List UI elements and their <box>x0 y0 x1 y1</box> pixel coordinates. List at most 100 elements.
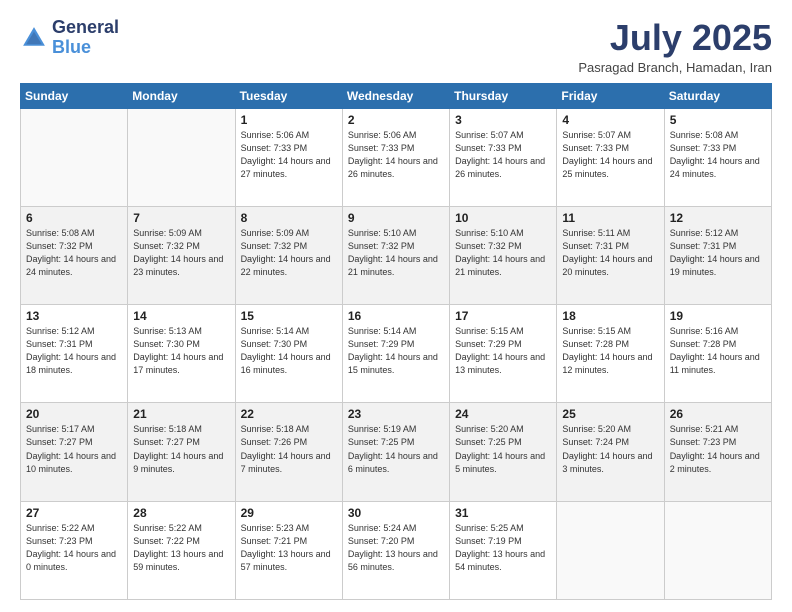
day-number: 1 <box>241 113 337 127</box>
table-row: 22 Sunrise: 5:18 AM Sunset: 7:26 PM Dayli… <box>235 403 342 501</box>
table-row: 29 Sunrise: 5:23 AM Sunset: 7:21 PM Dayli… <box>235 501 342 599</box>
day-number: 13 <box>26 309 122 323</box>
day-info: Sunrise: 5:12 AM Sunset: 7:31 PM Dayligh… <box>26 325 122 377</box>
table-row: 12Sunrise: 5:12 AM Sunset: 7:31 PM Dayli… <box>664 206 771 304</box>
calendar-week-row: 20Sunrise: 5:17 AM Sunset: 7:27 PM Dayli… <box>21 403 772 501</box>
day-info: Sunrise: 5:11 AM Sunset: 7:31 PM Dayligh… <box>562 227 658 279</box>
day-number: 24 <box>455 407 551 421</box>
day-info: Sunrise: 5:18 AM Sunset: 7:26 PM Dayligh… <box>241 423 337 475</box>
day-info: Sunrise: 5:25 AM Sunset: 7:19 PM Dayligh… <box>455 522 551 574</box>
col-tuesday: Tuesday <box>235 83 342 108</box>
table-row: 19 Sunrise: 5:16 AM Sunset: 7:28 PM Dayli… <box>664 305 771 403</box>
table-row: 16 Sunrise: 5:14 AM Sunset: 7:29 PM Dayli… <box>342 305 449 403</box>
day-info: Sunrise: 5:12 AM Sunset: 7:31 PM Dayligh… <box>670 227 766 279</box>
calendar-table: Sunday Monday Tuesday Wednesday Thursday… <box>20 83 772 600</box>
day-number: 15 <box>241 309 337 323</box>
day-info: Sunrise: 5:06 AM Sunset: 7:33 PM Dayligh… <box>241 129 337 181</box>
calendar-header-row: Sunday Monday Tuesday Wednesday Thursday… <box>21 83 772 108</box>
day-info: Sunrise: 5:19 AM Sunset: 7:25 PM Dayligh… <box>348 423 444 475</box>
table-row: 11 Sunrise: 5:11 AM Sunset: 7:31 PM Dayli… <box>557 206 664 304</box>
day-number: 5 <box>670 113 766 127</box>
day-info: Sunrise: 5:23 AM Sunset: 7:21 PM Dayligh… <box>241 522 337 574</box>
day-info: Sunrise: 5:09 AM Sunset: 7:32 PM Dayligh… <box>133 227 229 279</box>
day-info: Sunrise: 5:20 AM Sunset: 7:25 PM Dayligh… <box>455 423 551 475</box>
table-row: 21 Sunrise: 5:18 AM Sunset: 7:27 PM Dayli… <box>128 403 235 501</box>
table-row: 10Sunrise: 5:10 AM Sunset: 7:32 PM Dayli… <box>450 206 557 304</box>
day-info: Sunrise: 5:15 AM Sunset: 7:29 PM Dayligh… <box>455 325 551 377</box>
day-number: 30 <box>348 506 444 520</box>
col-thursday: Thursday <box>450 83 557 108</box>
logo-icon <box>20 24 48 52</box>
day-info: Sunrise: 5:18 AM Sunset: 7:27 PM Dayligh… <box>133 423 229 475</box>
table-row: 4 Sunrise: 5:07 AM Sunset: 7:33 PM Daylig… <box>557 108 664 206</box>
day-info: Sunrise: 5:22 AM Sunset: 7:22 PM Dayligh… <box>133 522 229 574</box>
day-number: 2 <box>348 113 444 127</box>
day-number: 31 <box>455 506 551 520</box>
day-info: Sunrise: 5:08 AM Sunset: 7:33 PM Dayligh… <box>670 129 766 181</box>
day-info: Sunrise: 5:22 AM Sunset: 7:23 PM Dayligh… <box>26 522 122 574</box>
table-row: 31 Sunrise: 5:25 AM Sunset: 7:19 PM Dayli… <box>450 501 557 599</box>
table-row: 24 Sunrise: 5:20 AM Sunset: 7:25 PM Dayli… <box>450 403 557 501</box>
table-row: 1 Sunrise: 5:06 AM Sunset: 7:33 PM Daylig… <box>235 108 342 206</box>
col-friday: Friday <box>557 83 664 108</box>
page: General Blue July 2025 Pasragad Branch, … <box>0 0 792 612</box>
header: General Blue July 2025 Pasragad Branch, … <box>20 18 772 75</box>
logo-text-blue: Blue <box>52 38 119 58</box>
table-row <box>557 501 664 599</box>
day-number: 8 <box>241 211 337 225</box>
day-number: 20 <box>26 407 122 421</box>
col-saturday: Saturday <box>664 83 771 108</box>
table-row: 3Sunrise: 5:07 AM Sunset: 7:33 PM Daylig… <box>450 108 557 206</box>
day-number: 6 <box>26 211 122 225</box>
day-number: 28 <box>133 506 229 520</box>
table-row: 26Sunrise: 5:21 AM Sunset: 7:23 PM Dayli… <box>664 403 771 501</box>
day-number: 26 <box>670 407 766 421</box>
table-row: 13 Sunrise: 5:12 AM Sunset: 7:31 PM Dayli… <box>21 305 128 403</box>
day-number: 29 <box>241 506 337 520</box>
day-number: 25 <box>562 407 658 421</box>
title-block: July 2025 Pasragad Branch, Hamadan, Iran <box>578 18 772 75</box>
calendar-week-row: 13 Sunrise: 5:12 AM Sunset: 7:31 PM Dayli… <box>21 305 772 403</box>
table-row <box>21 108 128 206</box>
day-number: 3 <box>455 113 551 127</box>
day-info: Sunrise: 5:07 AM Sunset: 7:33 PM Dayligh… <box>562 129 658 181</box>
day-info: Sunrise: 5:14 AM Sunset: 7:29 PM Dayligh… <box>348 325 444 377</box>
table-row: 20Sunrise: 5:17 AM Sunset: 7:27 PM Dayli… <box>21 403 128 501</box>
table-row: 28 Sunrise: 5:22 AM Sunset: 7:22 PM Dayli… <box>128 501 235 599</box>
day-info: Sunrise: 5:15 AM Sunset: 7:28 PM Dayligh… <box>562 325 658 377</box>
logo-text-general: General <box>52 18 119 38</box>
calendar-week-row: 1 Sunrise: 5:06 AM Sunset: 7:33 PM Daylig… <box>21 108 772 206</box>
day-number: 14 <box>133 309 229 323</box>
day-info: Sunrise: 5:16 AM Sunset: 7:28 PM Dayligh… <box>670 325 766 377</box>
day-info: Sunrise: 5:14 AM Sunset: 7:30 PM Dayligh… <box>241 325 337 377</box>
day-number: 21 <box>133 407 229 421</box>
table-row: 6 Sunrise: 5:08 AM Sunset: 7:32 PM Daylig… <box>21 206 128 304</box>
logo: General Blue <box>20 18 119 58</box>
table-row: 15 Sunrise: 5:14 AM Sunset: 7:30 PM Dayli… <box>235 305 342 403</box>
table-row: 5 Sunrise: 5:08 AM Sunset: 7:33 PM Daylig… <box>664 108 771 206</box>
table-row: 23 Sunrise: 5:19 AM Sunset: 7:25 PM Dayli… <box>342 403 449 501</box>
table-row <box>664 501 771 599</box>
day-number: 23 <box>348 407 444 421</box>
location: Pasragad Branch, Hamadan, Iran <box>578 60 772 75</box>
table-row <box>128 108 235 206</box>
day-number: 22 <box>241 407 337 421</box>
day-number: 4 <box>562 113 658 127</box>
table-row: 7Sunrise: 5:09 AM Sunset: 7:32 PM Daylig… <box>128 206 235 304</box>
day-number: 19 <box>670 309 766 323</box>
table-row: 17Sunrise: 5:15 AM Sunset: 7:29 PM Dayli… <box>450 305 557 403</box>
day-number: 27 <box>26 506 122 520</box>
day-number: 11 <box>562 211 658 225</box>
day-info: Sunrise: 5:10 AM Sunset: 7:32 PM Dayligh… <box>455 227 551 279</box>
col-wednesday: Wednesday <box>342 83 449 108</box>
day-info: Sunrise: 5:24 AM Sunset: 7:20 PM Dayligh… <box>348 522 444 574</box>
day-number: 16 <box>348 309 444 323</box>
table-row: 30 Sunrise: 5:24 AM Sunset: 7:20 PM Dayli… <box>342 501 449 599</box>
table-row: 9Sunrise: 5:10 AM Sunset: 7:32 PM Daylig… <box>342 206 449 304</box>
table-row: 8Sunrise: 5:09 AM Sunset: 7:32 PM Daylig… <box>235 206 342 304</box>
day-number: 18 <box>562 309 658 323</box>
col-monday: Monday <box>128 83 235 108</box>
day-info: Sunrise: 5:08 AM Sunset: 7:32 PM Dayligh… <box>26 227 122 279</box>
table-row: 2 Sunrise: 5:06 AM Sunset: 7:33 PM Daylig… <box>342 108 449 206</box>
day-info: Sunrise: 5:06 AM Sunset: 7:33 PM Dayligh… <box>348 129 444 181</box>
